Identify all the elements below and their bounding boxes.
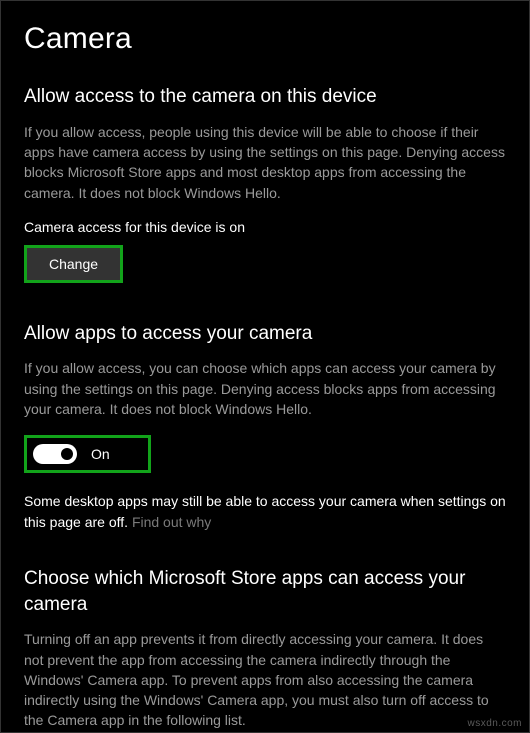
- section-body-device-access: If you allow access, people using this d…: [24, 122, 506, 203]
- find-out-why-link[interactable]: Find out why: [132, 514, 211, 530]
- section-heading-device-access: Allow access to the camera on this devic…: [24, 84, 506, 110]
- page-title: Camera: [24, 22, 506, 56]
- device-access-status: Camera access for this device is on: [24, 219, 506, 235]
- section-heading-choose-apps: Choose which Microsoft Store apps can ac…: [24, 566, 506, 617]
- desktop-apps-note-text: Some desktop apps may still be able to a…: [24, 493, 506, 529]
- section-body-choose-apps: Turning off an app prevents it from dire…: [24, 629, 506, 730]
- app-access-toggle-highlight: On: [24, 435, 151, 473]
- desktop-apps-note: Some desktop apps may still be able to a…: [24, 491, 506, 532]
- section-heading-app-access: Allow apps to access your camera: [24, 321, 506, 347]
- toggle-knob: [61, 448, 73, 460]
- section-body-app-access: If you allow access, you can choose whic…: [24, 358, 506, 419]
- change-button-highlight: Change: [24, 245, 123, 283]
- app-access-toggle-label: On: [91, 446, 110, 462]
- watermark: wsxdn.com: [467, 718, 522, 729]
- app-access-toggle[interactable]: [33, 444, 77, 464]
- change-button[interactable]: Change: [27, 248, 120, 280]
